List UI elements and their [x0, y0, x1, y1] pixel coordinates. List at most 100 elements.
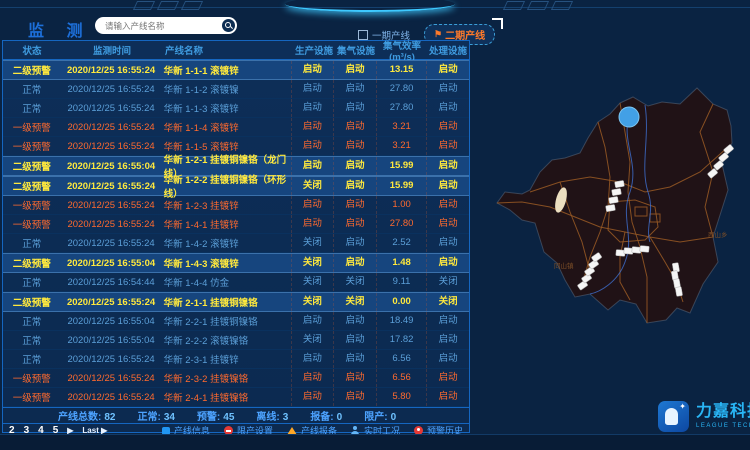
cell-production-facility: 启动: [291, 118, 334, 136]
monitoring-table-panel: 状态 监测时间 产线名称 生产设施 集气设施 集气效率(m³/s) 处理设施 二…: [2, 40, 470, 433]
cell-gas-efficiency: 2.52: [376, 234, 427, 252]
cell-time: 2020/12/25 16:55:24: [61, 373, 162, 384]
table-row[interactable]: 一级预警 2020/12/25 16:55:24 华新 1-1-4 滚镀锌 启动…: [3, 118, 469, 137]
cell-treatment-facility: 启动: [426, 61, 469, 79]
cell-time: 2020/12/25 16:55:24: [61, 200, 162, 211]
cell-status: 二级预警: [3, 179, 61, 193]
cell-gas-collection-facility: 启动: [333, 80, 376, 98]
cell-gas-collection-facility: 关闭: [333, 273, 376, 291]
summary-label: 正常:: [137, 412, 160, 423]
cell-gas-efficiency: 5.80: [376, 388, 427, 406]
cell-production-facility: 关闭: [291, 331, 334, 349]
search-icon[interactable]: [222, 19, 235, 32]
cell-status: 正常: [3, 236, 61, 250]
cell-gas-efficiency: 0.00: [376, 293, 427, 311]
table-row[interactable]: 正常 2020/12/25 16:55:24 华新 2-3-1 挂镀锌 启动 启…: [3, 350, 469, 369]
cell-line-name: 华新 2-4-1 挂镀镍铬: [162, 390, 291, 404]
cell-gas-collection-facility: 启动: [333, 61, 376, 79]
summary-item: 预警:45: [197, 408, 234, 423]
table-row[interactable]: 一级预警 2020/12/25 16:55:24 华新 2-3-2 挂镀镍铬 启…: [3, 369, 469, 388]
cell-line-name: 华新 1-1-3 滚镀锌: [162, 101, 291, 115]
table-row[interactable]: 正常 2020/12/25 16:55:04 华新 2-2-2 滚镀镍铬 关闭 …: [3, 331, 469, 350]
cell-status: 一级预警: [3, 139, 61, 153]
cell-line-name: 华新 1-4-1 挂镀锌: [162, 217, 291, 231]
cell-treatment-facility: 启动: [426, 350, 469, 368]
cell-production-facility: 启动: [291, 196, 334, 214]
cell-gas-collection-facility: 关闭: [333, 293, 376, 311]
cell-gas-efficiency: 6.56: [376, 369, 427, 387]
table-row[interactable]: 二级预警 2020/12/25 16:55:24 华新 1-1-1 滚镀锌 启动…: [3, 60, 469, 80]
cell-status: 正常: [3, 275, 61, 289]
summary-bar: 产线总数:82 正常:34 预警:45 离线:3 报备:0 限产:0: [3, 407, 469, 423]
table-row[interactable]: 二级预警 2020/12/25 16:55:04 华新 1-4-3 滚镀锌 关闭…: [3, 253, 469, 273]
cell-status: 一级预警: [3, 120, 61, 134]
cell-time: 2020/12/25 16:55:24: [61, 354, 162, 365]
map-label: 同山镇: [554, 261, 574, 270]
cell-treatment-facility: 启动: [426, 331, 469, 349]
cell-treatment-facility: 启动: [426, 254, 469, 272]
table-row[interactable]: 一级预警 2020/12/25 16:55:24 华新 2-4-1 挂镀镍铬 启…: [3, 388, 469, 407]
summary-label: 预警:: [197, 412, 220, 423]
cell-gas-efficiency: 15.99: [376, 177, 427, 195]
cell-treatment-facility: 启动: [426, 157, 469, 175]
cell-line-name: 华新 1-1-4 滚镀锌: [162, 120, 291, 134]
cell-treatment-facility: 启动: [426, 99, 469, 117]
cell-time: 2020/12/25 16:55:24: [61, 238, 162, 249]
cell-status: 一级预警: [3, 390, 61, 404]
table-row[interactable]: 一级预警 2020/12/25 16:55:24 华新 1-2-3 挂镀锌 启动…: [3, 196, 469, 215]
table-row[interactable]: 正常 2020/12/25 16:54:44 华新 1-4-4 仿金 关闭 关闭…: [3, 273, 469, 292]
map-label: 西山乡: [708, 230, 728, 239]
cell-line-name: 华新 2-2-1 挂镀铜镍铬: [162, 314, 291, 328]
cell-gas-efficiency: 13.15: [376, 61, 427, 79]
cluster-bubble-marker[interactable]: [619, 107, 639, 127]
cell-gas-collection-facility: 启动: [333, 369, 376, 387]
cell-line-name: 华新 2-1-1 挂镀铜镍铬: [162, 295, 291, 309]
cell-treatment-facility: 启动: [426, 137, 469, 155]
table-row[interactable]: 二级预警 2020/12/25 16:55:24 华新 1-2-2 挂镀铜镍铬（…: [3, 176, 469, 196]
col-gas-collection-facility: 集气设施: [335, 43, 377, 57]
cell-time: 2020/12/25 16:55:24: [61, 297, 162, 308]
logo-subtitle: LEAGUE TECH: [696, 423, 750, 429]
table-row[interactable]: 一级预警 2020/12/25 16:55:24 华新 1-4-1 挂镀锌 启动…: [3, 215, 469, 234]
cell-line-name: 华新 2-2-2 滚镀镍铬: [162, 333, 291, 347]
cell-status: 正常: [3, 333, 61, 347]
monitoring-dashboard: 监 测 一期产线 ⚑ 二期产线 状态 监测时间 产线名称 生产设施 集气设施 集…: [0, 0, 750, 450]
cell-production-facility: 启动: [291, 157, 334, 175]
cell-production-facility: 启动: [291, 61, 334, 79]
table-row[interactable]: 正常 2020/12/25 16:55:24 华新 1-1-3 滚镀锌 启动 启…: [3, 99, 469, 118]
summary-label: 离线:: [256, 412, 279, 423]
cell-production-facility: 关闭: [291, 293, 334, 311]
cell-time: 2020/12/25 16:55:24: [61, 65, 162, 76]
cell-status: 正常: [3, 352, 61, 366]
cell-production-facility: 启动: [291, 99, 334, 117]
table-row[interactable]: 二级预警 2020/12/25 16:55:24 华新 2-1-1 挂镀铜镍铬 …: [3, 292, 469, 312]
cell-status: 一级预警: [3, 198, 61, 212]
cell-production-facility: 启动: [291, 388, 334, 406]
cell-gas-collection-facility: 启动: [333, 331, 376, 349]
cell-production-facility: 启动: [291, 80, 334, 98]
cell-treatment-facility: 启动: [426, 312, 469, 330]
cell-gas-efficiency: 3.21: [376, 118, 427, 136]
cell-gas-efficiency: 1.00: [376, 196, 427, 214]
col-status: 状态: [3, 43, 61, 57]
cell-status: 二级预警: [3, 63, 61, 77]
cell-treatment-facility: 启动: [426, 177, 469, 195]
table-row[interactable]: 正常 2020/12/25 16:55:24 华新 1-1-2 滚镀镍 启动 启…: [3, 80, 469, 99]
table-row[interactable]: 正常 2020/12/25 16:55:04 华新 2-2-1 挂镀铜镍铬 启动…: [3, 312, 469, 331]
cell-status: 正常: [3, 101, 61, 115]
cell-treatment-facility: 启动: [426, 388, 469, 406]
cell-line-name: 华新 1-4-2 滚镀锌: [162, 236, 291, 250]
search-input[interactable]: [103, 20, 222, 32]
cell-time: 2020/12/25 16:55:04: [61, 335, 162, 346]
col-production-facility: 生产设施: [293, 43, 335, 57]
summary-value: 0: [391, 412, 397, 423]
table-row[interactable]: 正常 2020/12/25 16:55:24 华新 1-4-2 滚镀锌 关闭 启…: [3, 234, 469, 253]
summary-value: 45: [223, 412, 234, 423]
district-map[interactable]: 西山乡 同山镇: [470, 42, 750, 400]
cell-time: 2020/12/25 16:55:24: [61, 84, 162, 95]
cell-time: 2020/12/25 16:55:24: [61, 141, 162, 152]
cell-gas-collection-facility: 启动: [333, 234, 376, 252]
checkbox-icon: [358, 30, 368, 40]
cell-line-name: 华新 2-3-1 挂镀锌: [162, 352, 291, 366]
cell-treatment-facility: 启动: [426, 369, 469, 387]
